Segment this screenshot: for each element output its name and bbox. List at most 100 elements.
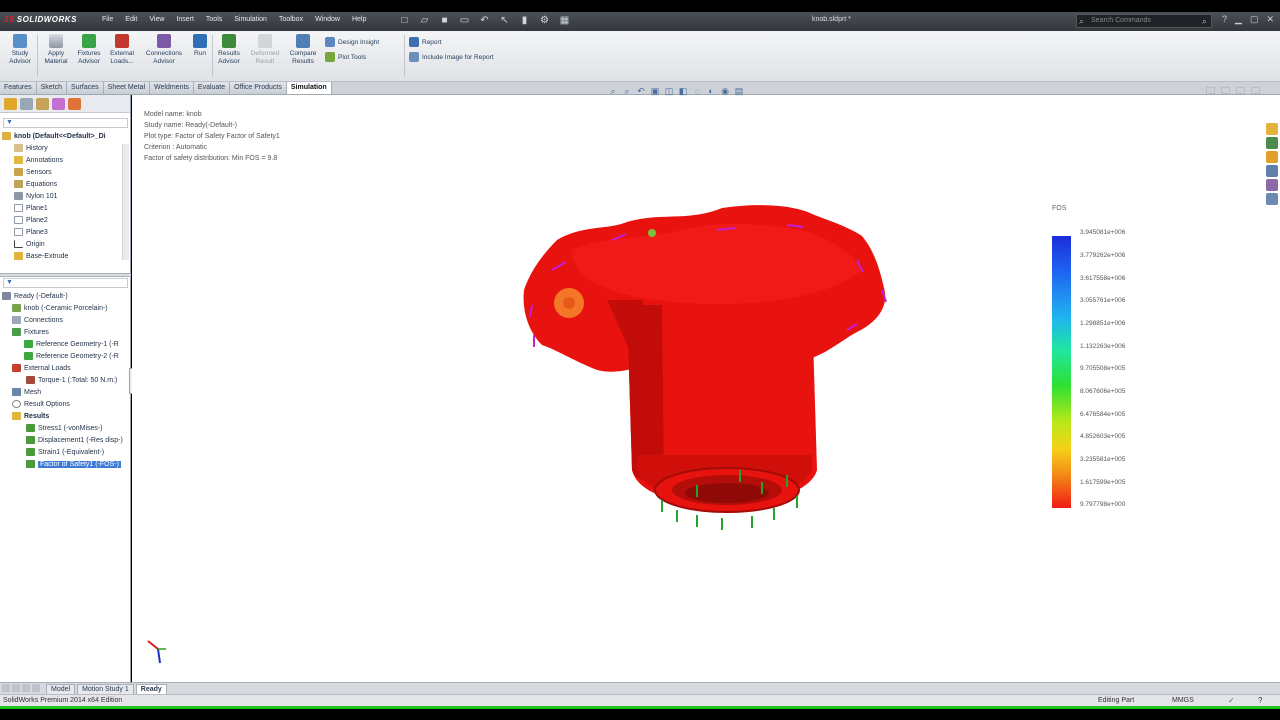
print-icon[interactable]: ▭ [458, 14, 471, 27]
apply-material-button[interactable]: Apply Material [40, 34, 72, 66]
maximize-icon[interactable]: ▢ [1250, 14, 1259, 25]
help-dropdown-icon[interactable]: ? [1222, 14, 1227, 25]
solidworks-resources-icon[interactable] [1266, 123, 1278, 135]
study-item-results[interactable]: Results [12, 412, 49, 420]
solidworks-logo[interactable]: 3S SOLIDWORKS [4, 15, 77, 24]
file-explorer-icon[interactable] [1266, 151, 1278, 163]
result-stress1[interactable]: Stress1 (-vonMises-) [26, 424, 103, 432]
tab-ready-study[interactable]: Ready [135, 683, 167, 694]
rebuild-icon[interactable]: ▮ [518, 14, 531, 27]
menu-simulation[interactable]: Simulation [228, 16, 273, 23]
view-palette-icon[interactable] [1266, 165, 1278, 177]
tree-item-equations[interactable]: Equations [14, 180, 57, 188]
menu-file[interactable]: File [96, 16, 119, 23]
viewport-tile-icon[interactable] [1206, 87, 1215, 94]
tab-features[interactable]: Features [0, 82, 37, 94]
deformed-result-button[interactable]: Deformed Result [246, 34, 284, 66]
appearances-icon[interactable] [1266, 179, 1278, 191]
prev-tab-icon[interactable] [12, 684, 20, 692]
tree-item-plane1[interactable]: Plane1 [14, 204, 48, 212]
open-folder-icon[interactable]: ▱ [418, 14, 431, 27]
feature-manager-icon[interactable] [4, 98, 17, 110]
tree-item-annotations[interactable]: Annotations [14, 156, 63, 164]
knob-model[interactable] [512, 200, 932, 560]
view-settings-icon[interactable]: ▤ [734, 86, 744, 96]
tab-motion-study-1[interactable]: Motion Study 1 [77, 683, 134, 694]
menu-window[interactable]: Window [309, 16, 346, 23]
study-item-mesh[interactable]: Mesh [12, 388, 41, 396]
design-insight-button[interactable]: Design Insight [325, 37, 379, 47]
property-manager-icon[interactable] [20, 98, 33, 110]
status-units[interactable]: MMGS [1172, 697, 1194, 704]
zoom-to-area-icon[interactable]: ⌕ [622, 86, 632, 96]
tree-item-history[interactable]: History [14, 144, 48, 152]
hide-show-items-icon[interactable]: ◌ [692, 86, 702, 96]
viewport-close-icon[interactable] [1251, 87, 1260, 94]
rebuild-status-icon[interactable]: ✓ [1228, 696, 1235, 705]
last-tab-icon[interactable] [32, 684, 40, 692]
edit-appearance-icon[interactable]: ◐ [706, 86, 716, 96]
view-icon[interactable]: ▦ [558, 14, 571, 27]
display-manager-icon[interactable] [68, 98, 81, 110]
study-item-result-options[interactable]: Result Options [12, 400, 70, 408]
study-item-fixtures[interactable]: Fixtures [12, 328, 49, 336]
result-factor-of-safety1[interactable]: Factor of Safety1 (-FOS-) [26, 460, 121, 468]
search-go-icon[interactable]: ⌕ [1202, 15, 1207, 27]
tree-item-sensors[interactable]: Sensors [14, 168, 52, 176]
display-style-icon[interactable]: ◧ [678, 86, 688, 96]
tab-model[interactable]: Model [46, 683, 76, 694]
run-button[interactable]: Run [190, 34, 210, 58]
design-library-icon[interactable] [1266, 137, 1278, 149]
status-help[interactable]: ? [1258, 696, 1262, 705]
menu-help[interactable]: Help [346, 16, 372, 23]
study-item-external-loads[interactable]: External Loads [12, 364, 71, 372]
options-icon[interactable]: ⚙ [538, 14, 551, 27]
viewport-restore-icon[interactable] [1236, 87, 1245, 94]
save-icon[interactable]: ■ [438, 14, 451, 27]
result-strain1[interactable]: Strain1 (-Equivalent-) [26, 448, 104, 456]
viewport-minimize-icon[interactable] [1221, 87, 1230, 94]
new-document-icon[interactable]: □ [398, 14, 411, 27]
custom-properties-icon[interactable] [1266, 193, 1278, 205]
configuration-manager-icon[interactable] [36, 98, 49, 110]
view-orientation-icon[interactable]: ◫ [664, 86, 674, 96]
tab-surfaces[interactable]: Surfaces [67, 82, 104, 94]
menu-tools[interactable]: Tools [200, 16, 228, 23]
study-item-reference-geometry-1[interactable]: Reference Geometry-1 (-R [24, 340, 119, 348]
tree-item-origin[interactable]: Origin [14, 240, 45, 248]
section-view-icon[interactable]: ▣ [650, 86, 660, 96]
study-advisor-button[interactable]: Study Advisor [6, 34, 34, 66]
tab-evaluate[interactable]: Evaluate [193, 82, 231, 94]
study-item-torque-1[interactable]: Torque-1 (:Total: 50 N.m:) [26, 376, 117, 384]
graphics-area[interactable]: ⌕ ⌕ ↶ ▣ ◫ ◧ ◌ ◐ ◉ ▤ Model name: knob Stu… [132, 86, 1280, 682]
tree-root-part[interactable]: knob (Default<<Default>_Di [2, 132, 106, 140]
menu-toolbox[interactable]: Toolbox [273, 16, 309, 23]
study-tree-root[interactable]: Ready (-Default-) [2, 292, 68, 300]
external-loads-button[interactable]: External Loads... [106, 34, 138, 66]
tree-item-plane2[interactable]: Plane2 [14, 216, 48, 224]
compare-results-button[interactable]: Compare Results [286, 34, 320, 66]
apply-scene-icon[interactable]: ◉ [720, 86, 730, 96]
menu-view[interactable]: View [143, 16, 170, 23]
tree-item-material[interactable]: Nylon 101 [14, 192, 58, 200]
result-displacement1[interactable]: Displacement1 (-Res disp-) [26, 436, 123, 444]
feature-tree-scrollbar[interactable] [122, 144, 129, 260]
tab-weldments[interactable]: Weldments [150, 82, 194, 94]
fixtures-advisor-button[interactable]: Fixtures Advisor [74, 34, 104, 66]
connections-advisor-button[interactable]: Connections Advisor [142, 34, 186, 66]
tree-item-base-extrude[interactable]: Base-Extrude [14, 252, 68, 260]
study-item-reference-geometry-2[interactable]: Reference Geometry-2 (-R [24, 352, 119, 360]
next-tab-icon[interactable] [22, 684, 30, 692]
tab-simulation[interactable]: Simulation [286, 82, 332, 94]
study-filter-input[interactable]: ▼ [3, 278, 128, 288]
menu-insert[interactable]: Insert [170, 16, 200, 23]
previous-view-icon[interactable]: ↶ [636, 86, 646, 96]
study-item-part[interactable]: knob (-Ceramic Porcelain-) [12, 304, 108, 312]
results-advisor-button[interactable]: Results Advisor [214, 34, 244, 66]
include-image-for-report-button[interactable]: Include Image for Report [409, 52, 494, 62]
tab-sketch[interactable]: Sketch [36, 82, 68, 94]
tree-item-plane3[interactable]: Plane3 [14, 228, 48, 236]
select-icon[interactable]: ↖ [498, 14, 511, 27]
tab-sheet-metal[interactable]: Sheet Metal [103, 82, 151, 94]
feature-filter-input[interactable]: ▼ [3, 118, 128, 128]
